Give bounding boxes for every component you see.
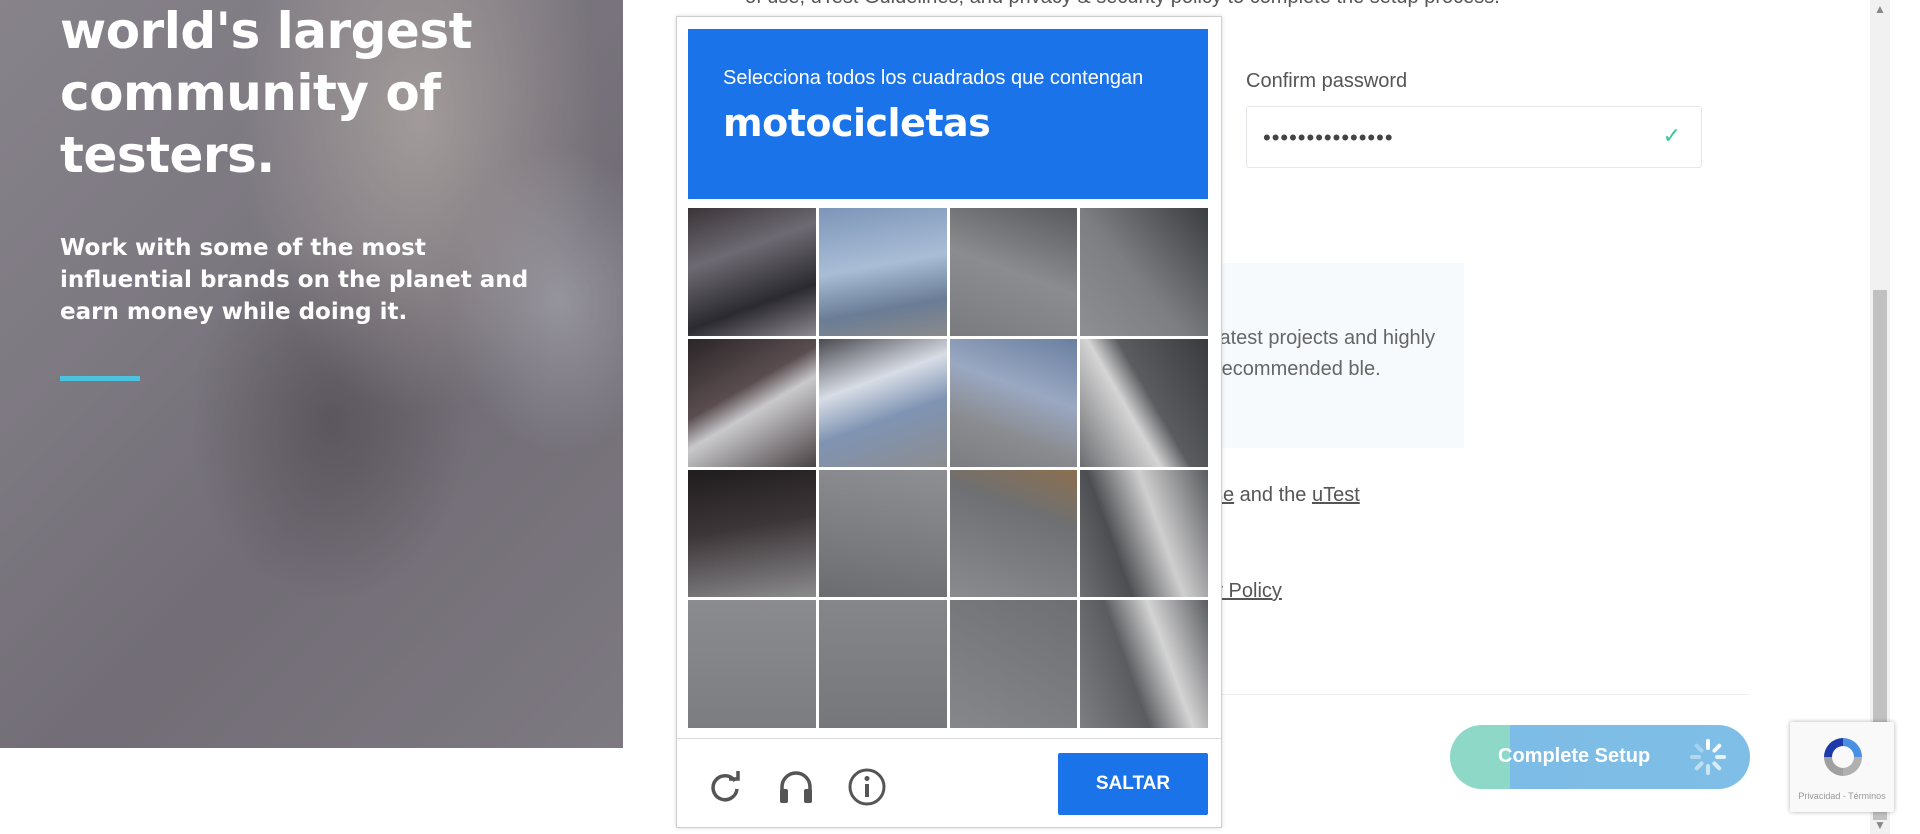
loading-spinner-icon — [1690, 739, 1726, 775]
captcha-tile[interactable] — [688, 600, 816, 728]
confirm-password-label: Confirm password — [1246, 70, 1408, 92]
captcha-target: motocicletas — [723, 101, 991, 145]
confirm-password-field[interactable]: ••••••••••••••• ✓ — [1246, 106, 1702, 168]
confirm-password-value: ••••••••••••••• — [1263, 125, 1394, 150]
captcha-tile[interactable] — [818, 600, 947, 728]
captcha-tile[interactable] — [688, 208, 816, 336]
utest-guidelines-link[interactable]: uTest — [1312, 484, 1360, 506]
terms-agreement-line: se and the uTest — [1213, 484, 1360, 507]
captcha-image-grid — [688, 208, 1208, 728]
captcha-tile[interactable] — [818, 469, 947, 598]
skip-button[interactable]: SALTAR — [1058, 753, 1208, 815]
hero-title-line: testers. — [60, 126, 275, 184]
terms-connector: and the — [1234, 484, 1312, 506]
captcha-tile[interactable] — [688, 469, 816, 598]
recaptcha-links[interactable]: Privacidad - Términos — [1790, 791, 1894, 801]
recaptcha-logo-icon — [1824, 738, 1862, 776]
page-scrollbar[interactable]: ▲ ▼ — [1870, 0, 1890, 834]
hero-subtitle: Work with some of the most influential b… — [60, 235, 529, 325]
captcha-tile[interactable] — [1080, 208, 1208, 336]
hero-title-line: world's largest — [60, 2, 473, 60]
captcha-dialog: Selecciona todos los cuadrados que conte… — [676, 16, 1222, 828]
check-icon: ✓ — [1662, 123, 1681, 148]
recaptcha-badge[interactable]: Privacidad - Términos — [1790, 722, 1894, 812]
captcha-tile[interactable] — [818, 208, 947, 336]
scroll-down-arrow-icon[interactable]: ▼ — [1874, 818, 1886, 832]
reload-icon[interactable] — [705, 767, 745, 807]
captcha-tile[interactable] — [949, 208, 1078, 336]
info-text: latest projects and highly recommended b… — [1215, 327, 1436, 380]
captcha-footer: SALTAR — [677, 738, 1221, 828]
captcha-tile[interactable] — [688, 338, 816, 467]
complete-setup-button[interactable]: Complete Setup — [1450, 725, 1750, 789]
privacy-agreement-line: y Policy — [1213, 580, 1282, 603]
hero-panel: world's largest community of testers. Wo… — [0, 0, 623, 748]
info-icon[interactable] — [847, 767, 887, 807]
captcha-tile[interactable] — [818, 338, 947, 467]
captcha-tile[interactable] — [949, 338, 1078, 467]
captcha-tile[interactable] — [949, 600, 1078, 728]
terms-intro-text: of use, uTest Guidelines, and privacy & … — [745, 0, 1500, 9]
hero-title-line: community of — [60, 64, 441, 122]
captcha-tile[interactable] — [1080, 338, 1208, 467]
captcha-tile[interactable] — [1080, 600, 1208, 728]
captcha-tile[interactable] — [949, 469, 1078, 598]
complete-setup-label: Complete Setup — [1498, 745, 1651, 767]
scroll-up-arrow-icon[interactable]: ▲ — [1874, 2, 1886, 16]
hero-title: world's largest community of testers. — [60, 0, 580, 186]
captcha-header: Selecciona todos los cuadrados que conte… — [688, 29, 1208, 199]
captcha-instruction: Selecciona todos los cuadrados que conte… — [723, 67, 1144, 89]
captcha-tile[interactable] — [1080, 469, 1208, 598]
audio-icon[interactable] — [776, 767, 816, 807]
hero-accent-bar — [60, 376, 140, 381]
privacy-policy-link[interactable]: y Policy — [1213, 580, 1282, 602]
